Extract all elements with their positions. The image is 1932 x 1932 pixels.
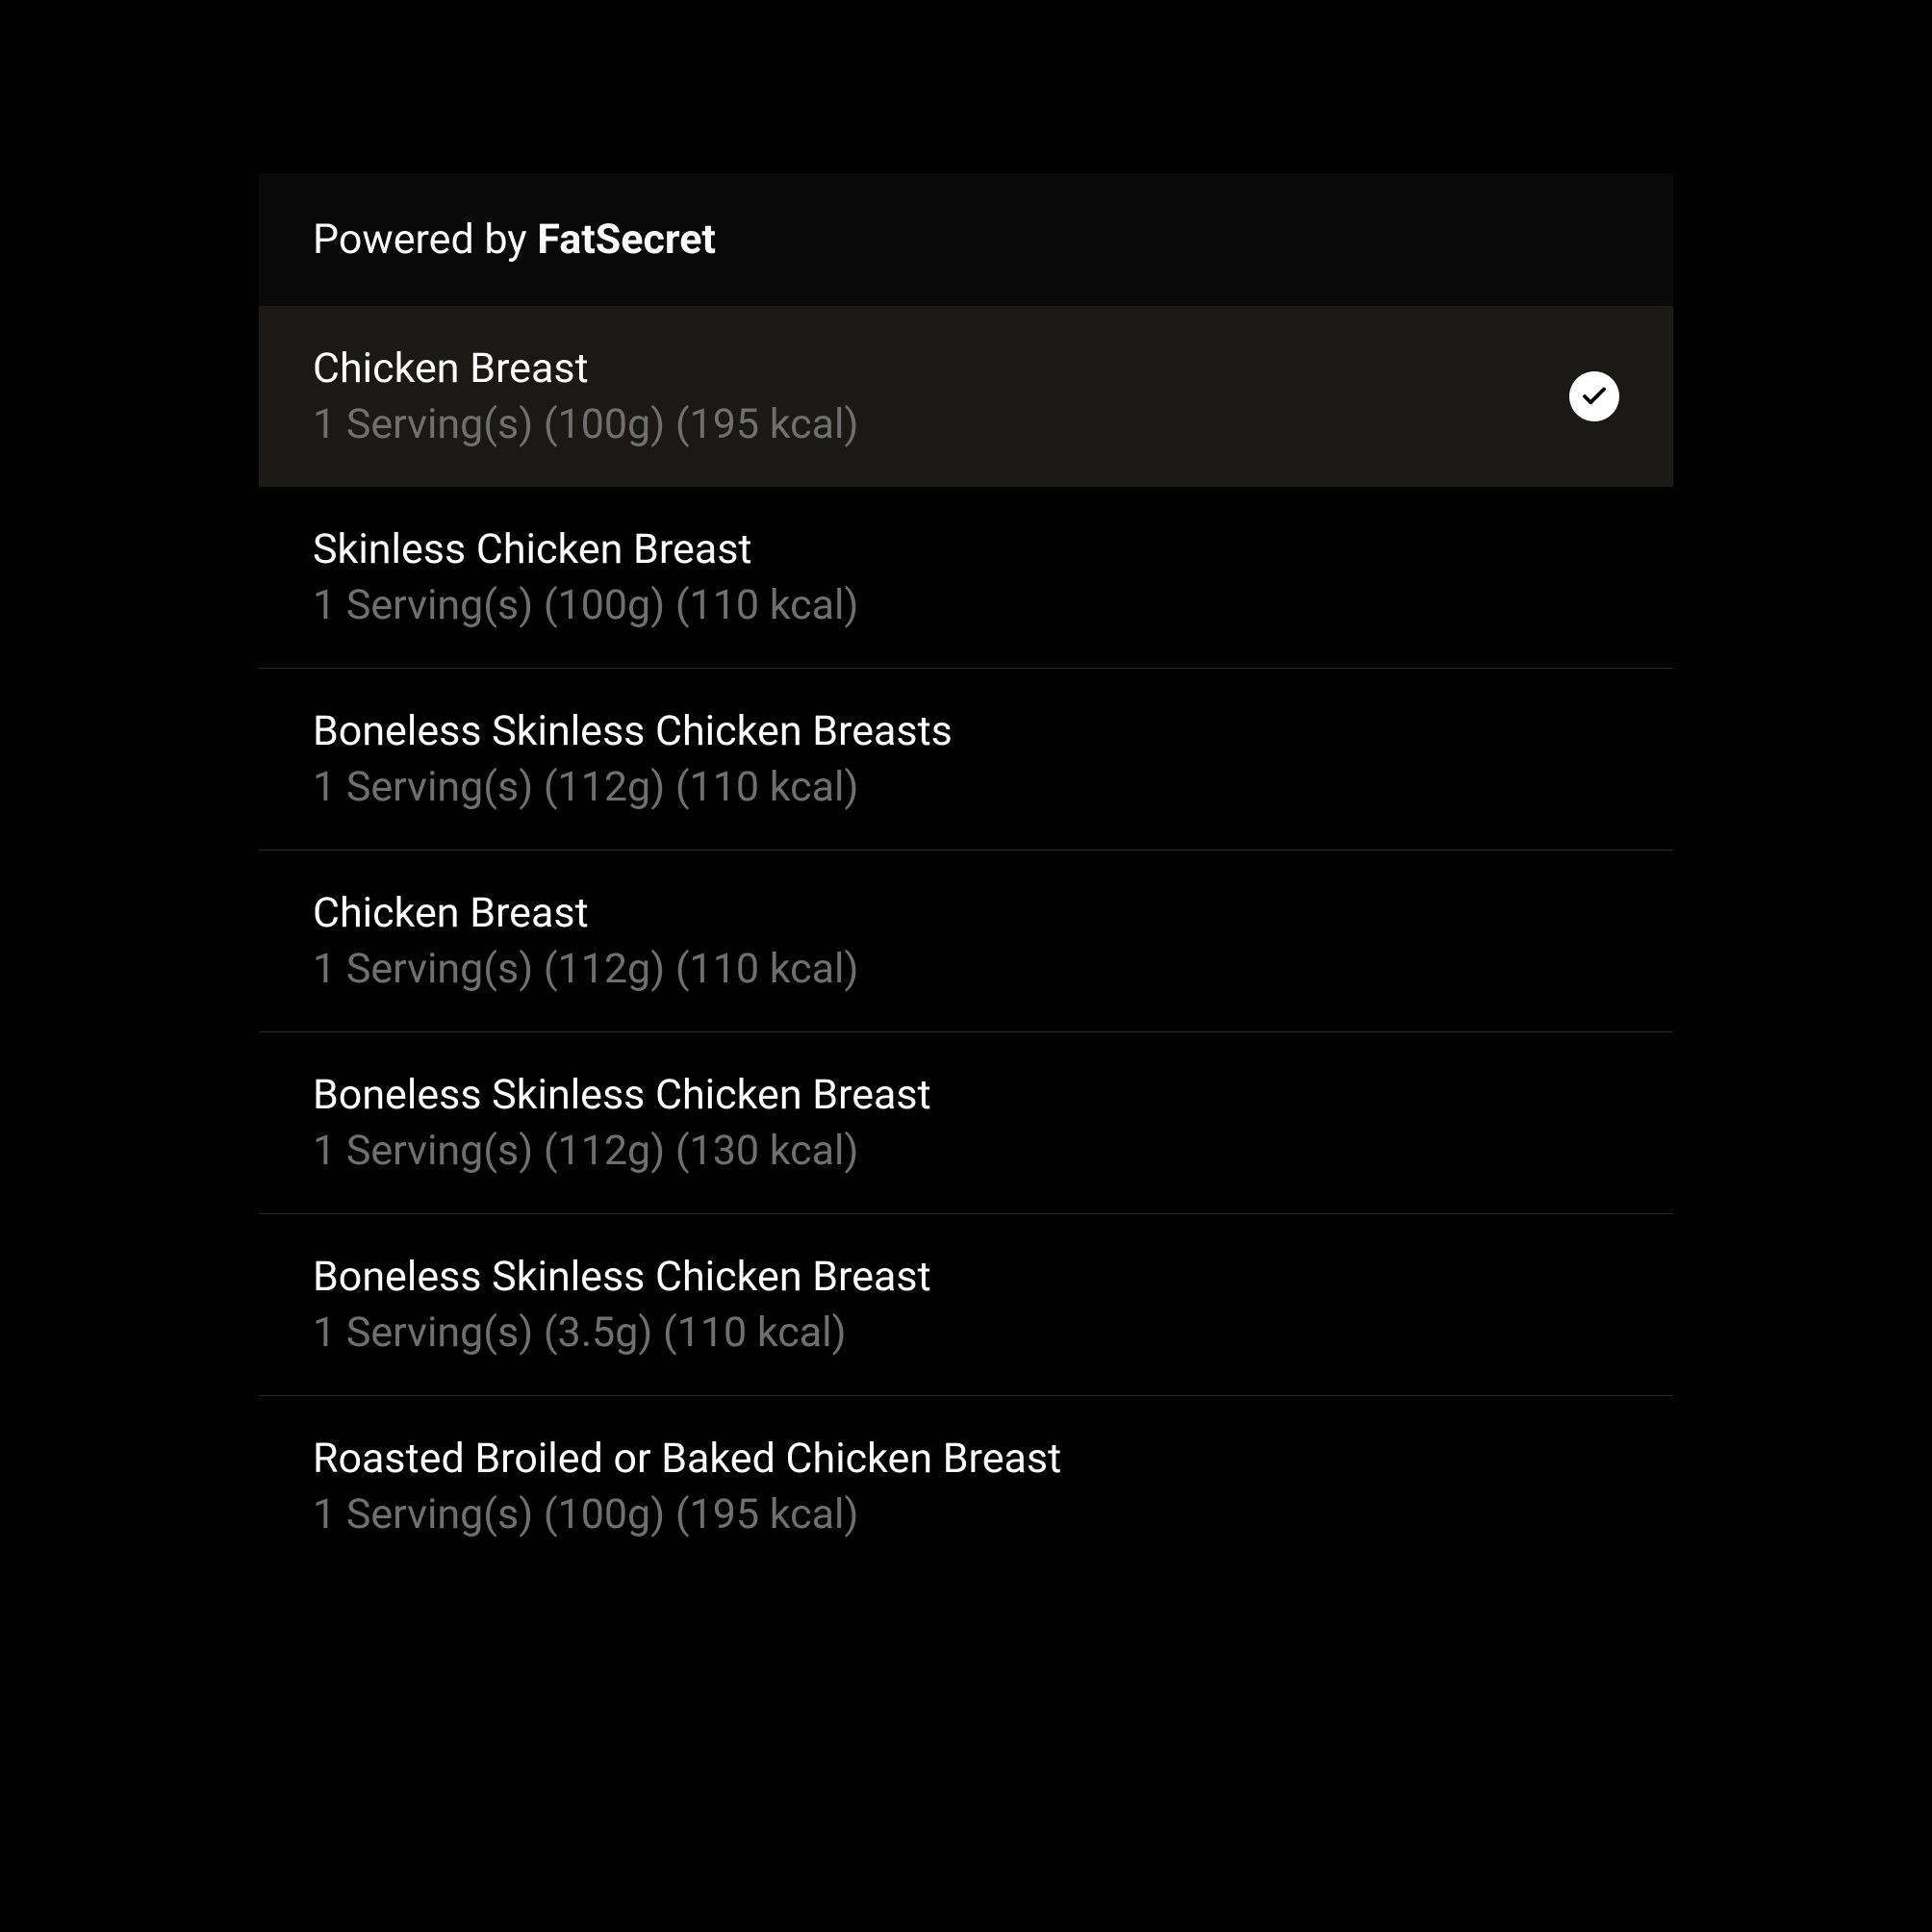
food-item-subtitle: 1 Serving(s) (100g) (110 kcal): [313, 581, 858, 629]
food-item-title: Boneless Skinless Chicken Breasts: [313, 707, 953, 755]
food-item-subtitle: 1 Serving(s) (112g) (110 kcal): [313, 763, 953, 811]
food-item[interactable]: Boneless Skinless Chicken Breast 1 Servi…: [259, 1214, 1673, 1396]
food-item[interactable]: Chicken Breast 1 Serving(s) (100g) (195 …: [259, 306, 1673, 487]
food-item-subtitle: 1 Serving(s) (3.5g) (110 kcal): [313, 1309, 931, 1357]
food-item[interactable]: Chicken Breast 1 Serving(s) (112g) (110 …: [259, 851, 1673, 1032]
food-item[interactable]: Roasted Broiled or Baked Chicken Breast …: [259, 1396, 1673, 1577]
food-item-title: Chicken Breast: [313, 344, 858, 393]
food-item-text: Boneless Skinless Chicken Breast 1 Servi…: [313, 1071, 931, 1175]
attribution-brand: FatSecret: [537, 216, 716, 264]
attribution-header: Powered by FatSecret: [259, 173, 1673, 306]
food-item-text: Boneless Skinless Chicken Breasts 1 Serv…: [313, 707, 953, 811]
food-item[interactable]: Boneless Skinless Chicken Breasts 1 Serv…: [259, 669, 1673, 851]
results-list: Chicken Breast 1 Serving(s) (100g) (195 …: [259, 306, 1673, 1577]
food-item-subtitle: 1 Serving(s) (100g) (195 kcal): [313, 400, 858, 448]
food-item-text: Chicken Breast 1 Serving(s) (112g) (110 …: [313, 889, 858, 993]
food-search-results-panel: Powered by FatSecret Chicken Breast 1 Se…: [259, 173, 1673, 1577]
food-item-text: Chicken Breast 1 Serving(s) (100g) (195 …: [313, 344, 858, 448]
food-item-text: Boneless Skinless Chicken Breast 1 Servi…: [313, 1253, 931, 1357]
food-item-subtitle: 1 Serving(s) (100g) (195 kcal): [313, 1490, 1061, 1538]
food-item-subtitle: 1 Serving(s) (112g) (110 kcal): [313, 945, 858, 993]
food-item-title: Skinless Chicken Breast: [313, 525, 858, 573]
food-item-title: Roasted Broiled or Baked Chicken Breast: [313, 1435, 1061, 1483]
food-item-title: Boneless Skinless Chicken Breast: [313, 1253, 931, 1301]
food-item-subtitle: 1 Serving(s) (112g) (130 kcal): [313, 1127, 931, 1175]
checkmark-icon: [1569, 371, 1619, 421]
food-item-text: Roasted Broiled or Baked Chicken Breast …: [313, 1435, 1061, 1538]
food-item-title: Chicken Breast: [313, 889, 858, 937]
food-item-title: Boneless Skinless Chicken Breast: [313, 1071, 931, 1119]
food-item[interactable]: Skinless Chicken Breast 1 Serving(s) (10…: [259, 487, 1673, 669]
attribution-prefix: Powered by: [313, 216, 537, 264]
food-item-text: Skinless Chicken Breast 1 Serving(s) (10…: [313, 525, 858, 629]
food-item[interactable]: Boneless Skinless Chicken Breast 1 Servi…: [259, 1032, 1673, 1214]
